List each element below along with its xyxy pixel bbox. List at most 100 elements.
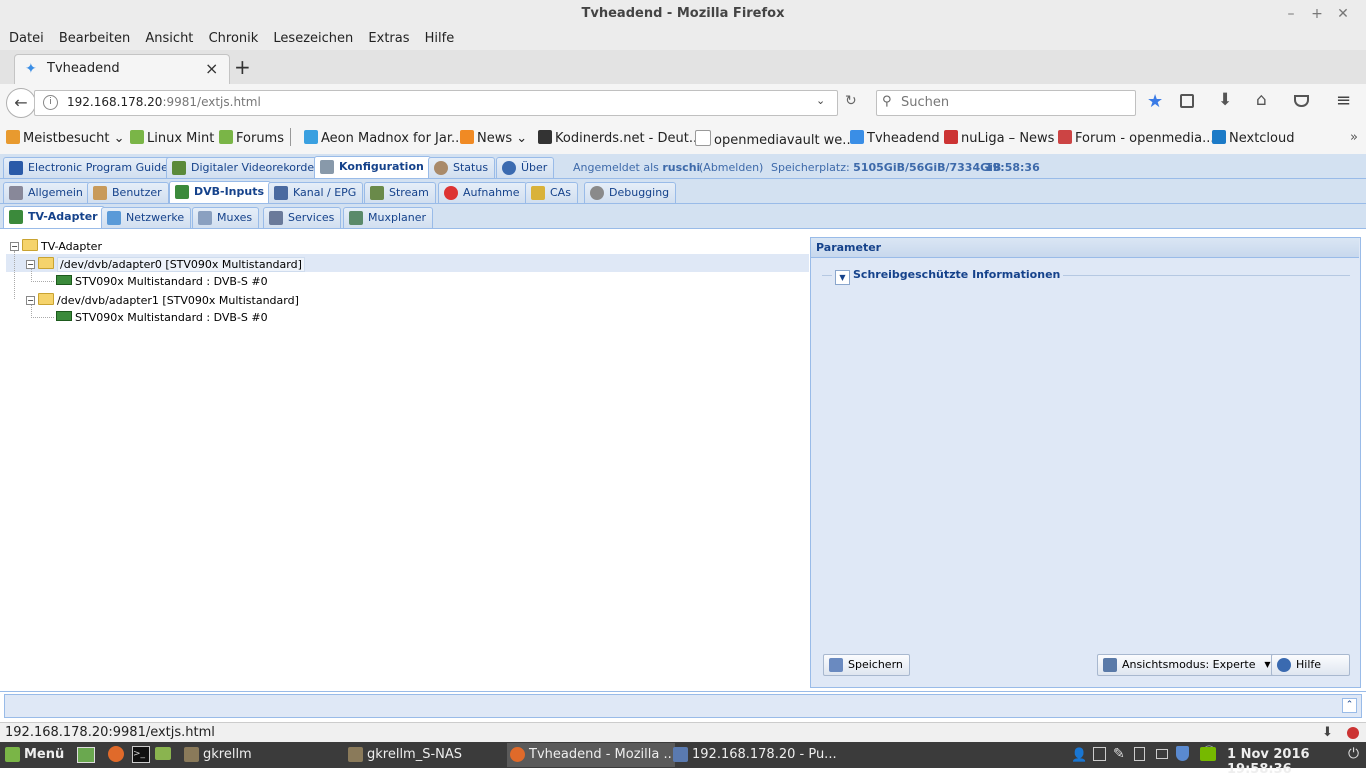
expand-log-icon[interactable]: ⌃ [1342, 698, 1357, 713]
tab-kanal-epg[interactable]: Kanal / EPG [268, 182, 364, 203]
services-icon [269, 211, 283, 225]
power-icon[interactable]: ⏻ [1348, 746, 1359, 762]
bookmark-news[interactable]: News ⌄ [460, 130, 527, 146]
close-tab-icon[interactable]: × [205, 59, 218, 78]
tab-dvr[interactable]: Digitaler Videorekorder [166, 157, 326, 178]
task-putty[interactable]: 192.168.178.20 - Pu... [670, 743, 842, 767]
minimize-button[interactable]: – [1278, 0, 1304, 28]
chevron-down-icon[interactable]: ⌄ [816, 94, 825, 107]
login-user: ruschi [662, 161, 701, 174]
bookmarks-overflow-icon[interactable]: » [1350, 130, 1358, 145]
bookmark-forums[interactable]: Forums [219, 130, 284, 146]
menu-datei[interactable]: Datei [0, 28, 44, 50]
url-bar[interactable]: i 192.168.178.20:9981/extjs.html ⌄ [34, 90, 838, 116]
bookmark-kodinerds[interactable]: Kodinerds.net - Deut... [538, 130, 701, 146]
menu-ansicht[interactable]: Ansicht [136, 28, 193, 50]
tray-app-icon[interactable] [1093, 747, 1106, 761]
hamburger-menu-icon[interactable]: ≡ [1336, 90, 1351, 111]
tree-frontend1[interactable]: STV090x Multistandard : DVB-S #0 [56, 311, 268, 324]
collapse-toggle-icon[interactable]: ▼ [835, 270, 850, 285]
tab-stream[interactable]: Stream [364, 182, 436, 203]
terminal-launcher-icon[interactable]: >_ [132, 746, 150, 763]
menu-chronik[interactable]: Chronik [200, 28, 259, 50]
maximize-button[interactable]: + [1304, 0, 1330, 28]
fieldset-legend[interactable]: ▼ Schreibgeschützte Informationen [832, 267, 1064, 285]
bookmark-nextcloud[interactable]: Nextcloud [1212, 130, 1295, 146]
tab-muxes[interactable]: Muxes [192, 207, 260, 228]
tab-status[interactable]: Status [428, 157, 496, 178]
bookmark-openmediavault[interactable]: openmediavault we... [695, 130, 855, 148]
gkrellm-icon [348, 747, 363, 762]
tab-tv-adapter[interactable]: TV-Adapter [3, 206, 105, 228]
tab-cas[interactable]: CAs [525, 182, 578, 203]
collapse-icon[interactable]: − [26, 260, 35, 269]
browser-tab[interactable]: ✦ Tvheadend × [14, 54, 230, 85]
bookmark-aeon-madnox[interactable]: Aeon Madnox for Jar... [304, 130, 463, 146]
tree-frontend0[interactable]: STV090x Multistandard : DVB-S #0 [56, 275, 268, 288]
user-icon[interactable]: 👤 [1071, 748, 1087, 763]
close-window-button[interactable]: ✕ [1330, 0, 1356, 28]
tab-netzwerke[interactable]: Netzwerke [101, 207, 192, 228]
logout-link[interactable]: (Abmelden) [699, 161, 763, 174]
tab-ueber[interactable]: Über [496, 157, 555, 178]
search-field[interactable]: ⚲ Suchen [876, 90, 1136, 116]
save-button[interactable]: Speichern [823, 654, 910, 676]
tree-root[interactable]: − TV-Adapter [10, 239, 102, 253]
url-text: 192.168.178.20:9981/extjs.html [67, 95, 261, 109]
collapse-icon[interactable]: − [10, 242, 19, 251]
help-button[interactable]: Hilfe [1271, 654, 1351, 676]
task-gkrellm[interactable]: gkrellm [181, 743, 353, 767]
bookmark-nuliga[interactable]: nuLiga – News [944, 130, 1054, 146]
bookmark-linux-mint[interactable]: Linux Mint [130, 130, 214, 146]
tab-aufnahme[interactable]: Aufnahme [438, 182, 527, 203]
task-gkrellm-snas[interactable]: gkrellm_S-NAS [345, 743, 517, 767]
bookmark-tvheadend[interactable]: Tvheadend [850, 130, 940, 146]
server-time: 19:58:36 [985, 161, 1040, 174]
tab-benutzer[interactable]: Benutzer [87, 182, 169, 203]
tree-adapter0[interactable]: −/dev/dvb/adapter0 [STV090x Multistandar… [26, 257, 305, 272]
battery-icon[interactable] [1156, 749, 1168, 759]
shield-icon[interactable] [1176, 746, 1189, 761]
viewmode-dropdown[interactable]: Ansichtsmodus: Experte ▼ [1097, 654, 1277, 676]
wrench-icon [320, 160, 334, 174]
firefox-launcher-icon[interactable] [108, 746, 124, 762]
menu-hilfe[interactable]: Hilfe [416, 28, 455, 50]
start-menu-button[interactable]: Menü [2, 743, 88, 767]
tab-allgemein[interactable]: Allgemein [3, 182, 90, 203]
clipboard-icon[interactable] [1134, 747, 1145, 761]
tab-muxplaner[interactable]: Muxplaner [343, 207, 434, 228]
tab-epg[interactable]: Electronic Program Guide [3, 157, 175, 178]
tab-debugging[interactable]: Debugging [584, 182, 677, 203]
bookmark-star-icon[interactable]: ★ [1147, 91, 1163, 112]
tab-konfiguration[interactable]: Konfiguration [314, 156, 431, 178]
info-icon[interactable]: i [43, 95, 58, 110]
collapse-icon[interactable]: − [26, 296, 35, 305]
menu-bearbeiten[interactable]: Bearbeiten [50, 28, 130, 50]
task-firefox[interactable]: Tvheadend - Mozilla ... [507, 743, 676, 767]
tab-services[interactable]: Services [263, 207, 342, 228]
new-tab-button[interactable]: + [234, 55, 251, 79]
bookmark-forum-openmedia[interactable]: Forum - openmedia... [1058, 130, 1215, 146]
download-icon[interactable]: ⬇ [1218, 90, 1232, 110]
menu-extras[interactable]: Extras [359, 28, 409, 50]
download-status-icon[interactable]: ⬇ [1322, 723, 1333, 743]
reading-list-icon[interactable] [1180, 94, 1194, 108]
nvidia-icon[interactable] [1200, 747, 1216, 761]
files-launcher-icon[interactable] [155, 747, 171, 760]
bookmark-meistbesucht[interactable]: Meistbesucht ⌄ [6, 130, 124, 146]
back-button[interactable]: ← [6, 88, 36, 118]
reload-icon[interactable]: ↻ [845, 93, 857, 109]
network-icon [107, 211, 121, 225]
menu-lesezeichen[interactable]: Lesezeichen [264, 28, 353, 50]
menubar: Datei Bearbeiten Ansicht Chronik Lesezei… [0, 28, 1366, 50]
taskbar-clock[interactable]: 1 Nov 2016 19:58:36 [1227, 747, 1366, 777]
show-desktop-icon[interactable] [77, 747, 95, 763]
kodinerds-icon [538, 130, 552, 144]
home-icon[interactable]: ⌂ [1256, 90, 1267, 110]
tab-dvb-inputs[interactable]: DVB-Inputs [169, 181, 272, 203]
url-host: 192.168.178.20 [67, 95, 163, 109]
tray-pen-icon[interactable]: ✎ [1113, 746, 1125, 762]
mux-icon [198, 211, 212, 225]
addon-icon[interactable] [1347, 727, 1359, 739]
tree-adapter1[interactable]: −/dev/dvb/adapter1 [STV090x Multistandar… [26, 293, 299, 307]
